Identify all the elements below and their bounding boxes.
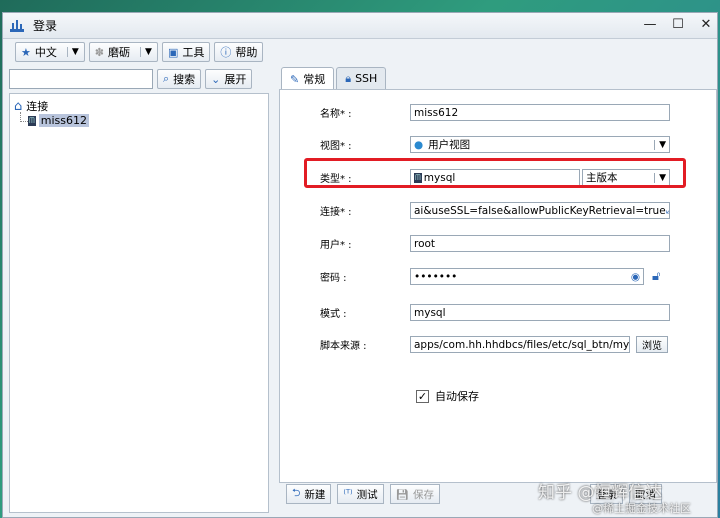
new-button[interactable]: ⮌ 新建 [286, 484, 332, 504]
language-label: 中文 [34, 46, 57, 59]
browse-label: 浏览 [642, 341, 662, 352]
close-icon[interactable]: ✕ [699, 18, 713, 32]
language-dropdown[interactable]: ★ 中文 ▼ [15, 42, 85, 62]
new-label: 新建 [304, 488, 326, 501]
theme-label: 磨砺 [108, 46, 131, 59]
autosave-label: 自动保存 [435, 390, 479, 403]
chevron-down-icon: ▼ [140, 47, 152, 57]
save-label: 保存 [412, 488, 434, 501]
toolbar: ★ 中文 ▼ ✽ 磨砺 ▼ ▣ 工具 ⓘ 帮助 [3, 39, 717, 65]
test-label: 测试 [356, 488, 378, 501]
save-button[interactable]: 💾︎ 保存 [389, 484, 440, 504]
tools-label: 工具 [182, 46, 205, 59]
user-label: 用户* : [320, 240, 352, 251]
chevron-down-icon: ▼ [654, 139, 666, 150]
name-row: 名称* : miss612 [320, 104, 670, 121]
schema-label: 模式 : [320, 309, 347, 320]
browse-button[interactable]: 浏览 [636, 336, 668, 353]
tools-button[interactable]: ▣ 工具 [161, 42, 211, 62]
tab-general[interactable]: ✎ 常规 [281, 67, 335, 90]
script-row: 脚本来源 : apps/com.hh.hhdbcs/files/etc/sql_… [320, 336, 668, 353]
expand-button[interactable]: ⌄ 展开 [205, 69, 253, 89]
tab-ssh[interactable]: 🔒︎ SSH [336, 67, 387, 89]
password-label: 密码 : [320, 273, 347, 284]
expand-label: 展开 [224, 73, 247, 86]
name-field[interactable]: miss612 [410, 104, 670, 121]
connection-row: 连接* : ai&useSSL=false&allowPublicKeyRetr… [320, 202, 670, 219]
tree-connector [20, 112, 28, 122]
title-bar: 登录 — ☐ ✕ [3, 13, 717, 39]
signal-icon: ⁽ᵀ⁾ [343, 488, 353, 500]
general-form: 名称* : miss612 视图* : ● 用户视图 ▼ 类型* : ᗰ mys… [279, 89, 717, 483]
tree-item-miss612[interactable]: ᗰ miss612 [28, 114, 90, 127]
view-row: 视图* : ● 用户视图 ▼ [320, 136, 670, 153]
schema-value: mysql [414, 306, 446, 319]
search-label: 搜索 [173, 73, 196, 86]
user-icon: ● [414, 138, 424, 151]
search-icon: ⌕ [163, 72, 170, 85]
tree-item-label: miss612 [38, 114, 90, 127]
unlock-icon[interactable]: 🔓︎ [652, 269, 660, 284]
toolbox-icon: ▣ [167, 45, 179, 59]
help-button[interactable]: ⓘ 帮助 [214, 42, 264, 62]
type-highlight-box [304, 158, 686, 188]
name-label: 名称* : [320, 109, 352, 120]
mysql-icon: ᗰ [28, 115, 36, 126]
pencil-icon: ✎ [290, 72, 300, 86]
login-window: 登录 — ☐ ✕ ★ 中文 ▼ ✽ 磨砺 ▼ ▣ 工具 ⓘ 帮助 ⌕ 搜索 ⌄ … [2, 12, 718, 518]
script-value: apps/com.hh.hhdbcs/files/etc/sql_btn/mys… [414, 338, 630, 351]
connection-value: ai&useSSL=false&allowPublicKeyRetrieval=… [414, 204, 666, 217]
search-row: ⌕ 搜索 ⌄ 展开 [9, 69, 253, 89]
user-row: 用户* : root [320, 235, 670, 252]
window-title: 登录 [33, 19, 58, 33]
schema-field[interactable]: mysql [410, 304, 670, 321]
search-button[interactable]: ⌕ 搜索 [157, 69, 202, 89]
password-field[interactable]: ••••••• ◉ [410, 268, 644, 285]
app-logo-icon [10, 19, 24, 32]
search-input[interactable] [9, 69, 153, 89]
chevron-down-icon: ▼ [66, 47, 79, 57]
back-arrow-icon: ⮌ [292, 487, 301, 499]
script-path-field[interactable]: apps/com.hh.hhdbcs/files/etc/sql_btn/mys… [410, 336, 630, 353]
star-icon: ★ [21, 45, 31, 59]
script-label: 脚本来源 : [320, 341, 367, 352]
tab-general-label: 常规 [303, 73, 326, 86]
watermark-subtext: @稀土掘金技术社区 [592, 502, 691, 515]
view-label: 视图* : [320, 141, 352, 152]
expand-icon[interactable]: ⤢ [666, 204, 669, 217]
minimize-icon[interactable]: — [643, 18, 657, 32]
bottom-actions: ⮌ 新建 ⁽ᵀ⁾ 测试 💾︎ 保存 [286, 484, 440, 504]
maximize-icon[interactable]: ☐ [671, 18, 685, 32]
view-value: 用户视图 [428, 139, 471, 151]
tree-root-label: 连接 [26, 100, 49, 113]
help-icon: ⓘ [220, 46, 232, 59]
lock-icon: 🔒︎ [345, 71, 352, 85]
name-value: miss612 [414, 106, 459, 119]
schema-row: 模式 : mysql [320, 304, 670, 321]
password-value: ••••••• [414, 270, 458, 283]
theme-dropdown[interactable]: ✽ 磨砺 ▼ [88, 42, 158, 62]
tab-bar: ✎ 常规 🔒︎ SSH [281, 67, 387, 90]
user-field[interactable]: root [410, 235, 670, 252]
connection-label: 连接* : [320, 207, 352, 218]
connection-url-field[interactable]: ai&useSSL=false&allowPublicKeyRetrieval=… [410, 202, 670, 219]
password-row: 密码 : ••••••• ◉ 🔓︎ [320, 268, 660, 285]
leaf-icon: ✽ [94, 45, 105, 59]
autosave-checkbox[interactable]: ✓ [416, 389, 429, 403]
connection-tree: ⌂ 连接 ᗰ miss612 [9, 93, 269, 513]
chevron-down-icon: ⌄ [211, 72, 221, 86]
eye-icon[interactable]: ◉ [631, 271, 640, 283]
view-select[interactable]: ● 用户视图 ▼ [410, 136, 670, 153]
test-button[interactable]: ⁽ᵀ⁾ 测试 [337, 484, 384, 504]
save-icon: 💾︎ [395, 488, 409, 501]
autosave-row: ✓ 自动保存 [416, 388, 479, 404]
splitter-handle[interactable] [271, 93, 275, 513]
help-label: 帮助 [235, 46, 258, 59]
user-value: root [414, 237, 436, 250]
tab-ssh-label: SSH [355, 72, 378, 85]
